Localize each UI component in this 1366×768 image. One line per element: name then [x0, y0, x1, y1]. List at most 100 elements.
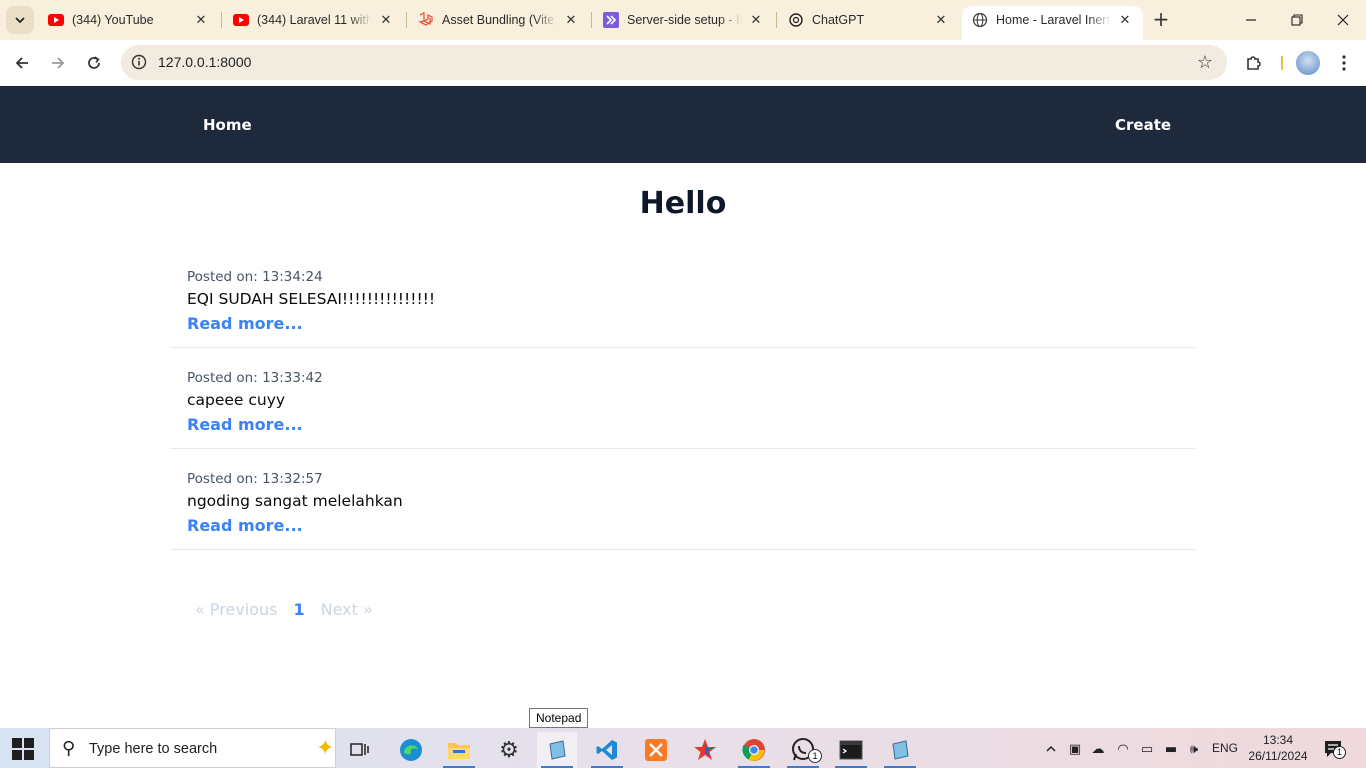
youtube-icon [233, 12, 249, 28]
whatsapp-badge: 1 [808, 749, 822, 763]
kebab-menu-icon [1342, 55, 1346, 71]
tab-vite[interactable]: Asset Bundling (Vite) ✕ [408, 6, 589, 34]
windows-taskbar: ⚲ Type here to search ✦ ⚙ 1 ▣ ☁ ◠ ▭ ▬ 🕪 … [0, 728, 1366, 768]
back-button[interactable] [8, 49, 36, 77]
taskbar-terminal[interactable] [831, 732, 871, 768]
chrome-icon [742, 739, 765, 761]
close-icon[interactable]: ✕ [933, 12, 949, 28]
new-tab-button[interactable]: + [1150, 7, 1172, 31]
bookmark-star-icon[interactable]: ☆ [1195, 52, 1215, 73]
terminal-icon [839, 740, 863, 760]
battery-icon[interactable]: ▬ [1162, 740, 1180, 758]
gear-icon: ⚙ [499, 737, 519, 763]
post-item: Posted on: 13:34:24 EQI SUDAH SELESAI!!!… [171, 247, 1195, 348]
nav-home-link[interactable]: Home [203, 116, 252, 134]
tab-home-laravel-inertia[interactable]: Home - Laravel Inertia ✕ [962, 6, 1143, 40]
close-icon[interactable]: ✕ [748, 12, 764, 28]
tab-title: Home - Laravel Inertia [996, 13, 1111, 27]
close-icon[interactable]: ✕ [1117, 12, 1133, 28]
star-app-icon [694, 739, 716, 760]
tab-title: (344) Laravel 11 with I [257, 13, 372, 27]
restore-button[interactable] [1274, 6, 1320, 34]
site-info-icon[interactable] [130, 53, 148, 71]
pagination: « Previous 1 Next » [195, 600, 373, 619]
tab-separator [221, 12, 222, 28]
reload-button[interactable] [80, 49, 108, 77]
taskbar-edge[interactable] [391, 732, 431, 768]
notepad-icon [892, 740, 909, 760]
minimize-button[interactable] [1228, 6, 1274, 34]
tray-onedrive-icon[interactable]: ☁ [1089, 740, 1107, 758]
taskbar-search-box[interactable]: ⚲ Type here to search ✦ [49, 728, 336, 768]
close-icon[interactable]: ✕ [193, 12, 209, 28]
folder-icon [448, 743, 470, 759]
pagination-previous[interactable]: « Previous [195, 600, 278, 619]
chevron-down-icon [15, 17, 25, 24]
wifi-icon[interactable]: ◠ [1114, 740, 1132, 758]
system-clock[interactable]: 13:34 26/11/2024 [1247, 732, 1309, 764]
taskbar-xampp[interactable] [636, 732, 676, 768]
notification-center-button[interactable]: 1 [1323, 738, 1346, 760]
read-more-link[interactable]: Read more... [187, 516, 303, 535]
taskbar-settings[interactable]: ⚙ [489, 732, 529, 768]
taskbar-notepad[interactable] [537, 732, 577, 768]
taskbar-tooltip: Notepad [529, 708, 589, 728]
tab-separator [406, 12, 407, 28]
tab-strip: (344) YouTube ✕ (344) Laravel 11 with I … [0, 0, 1366, 40]
extensions-button[interactable] [1242, 51, 1266, 75]
page-content: Home Create Hello Posted on: 13:34:24 EQ… [0, 86, 1366, 728]
tab-youtube[interactable]: (344) YouTube ✕ [38, 6, 219, 34]
show-hidden-icons-button[interactable] [1042, 740, 1060, 758]
task-view-button[interactable] [340, 732, 380, 768]
taskbar-whatsapp[interactable]: 1 [783, 732, 823, 768]
post-body: capeee cuyy [187, 391, 286, 409]
read-more-link[interactable]: Read more... [187, 415, 303, 434]
close-icon [1337, 14, 1349, 26]
read-more-link[interactable]: Read more... [187, 314, 303, 333]
taskbar-file-explorer[interactable] [439, 732, 479, 768]
tab-chatgpt[interactable]: ChatGPT ✕ [778, 6, 959, 34]
search-placeholder: Type here to search [89, 741, 218, 757]
clock-time: 13:34 [1262, 733, 1294, 747]
plus-icon: + [1152, 7, 1170, 31]
close-icon[interactable]: ✕ [378, 12, 394, 28]
forward-button[interactable] [44, 49, 72, 77]
task-view-icon [350, 743, 369, 756]
close-icon[interactable]: ✕ [563, 12, 579, 28]
language-indicator[interactable]: ENG [1212, 741, 1238, 755]
reload-icon [88, 56, 100, 69]
post-timestamp: Posted on: 13:34:24 [187, 269, 323, 285]
tab-separator [776, 12, 777, 28]
nav-create-link[interactable]: Create [1115, 116, 1171, 134]
taskbar-star-app[interactable] [685, 732, 725, 768]
close-window-button[interactable] [1320, 6, 1366, 34]
toolbar-separator [1281, 56, 1283, 70]
tab-laravel-video[interactable]: (344) Laravel 11 with I ✕ [223, 6, 404, 34]
windows-start-button[interactable] [12, 738, 34, 760]
tray-meet-icon[interactable]: ▣ [1066, 740, 1084, 758]
tab-search-button[interactable] [6, 6, 34, 34]
volume-icon[interactable]: 🕪 [1185, 740, 1203, 758]
search-icon: ⚲ [62, 738, 76, 759]
notepad-icon [549, 740, 566, 760]
tab-inertia-setup[interactable]: Server-side setup - In ✕ [593, 6, 774, 34]
browser-menu-button[interactable] [1332, 51, 1356, 75]
taskbar-notepad-2[interactable] [880, 732, 920, 768]
post-body: ngoding sangat melelahkan [187, 492, 403, 510]
xampp-icon [645, 739, 667, 761]
url-text[interactable]: 127.0.0.1:8000 [158, 54, 251, 70]
pagination-current-page[interactable]: 1 [294, 600, 305, 619]
windows-logo-icon [12, 738, 22, 748]
taskbar-vscode[interactable] [587, 732, 627, 768]
pagination-next[interactable]: Next » [321, 600, 373, 619]
site-navbar: Home Create [0, 86, 1366, 163]
tab-title: ChatGPT [812, 13, 865, 27]
minimize-icon [1246, 19, 1256, 21]
address-bar[interactable]: 127.0.0.1:8000 ☆ [121, 45, 1227, 80]
vscode-icon [596, 740, 617, 760]
puzzle-icon [1247, 56, 1261, 70]
tray-display-icon[interactable]: ▭ [1138, 740, 1156, 758]
edge-icon [400, 739, 422, 761]
taskbar-chrome[interactable] [734, 732, 774, 768]
profile-avatar[interactable] [1296, 51, 1320, 75]
